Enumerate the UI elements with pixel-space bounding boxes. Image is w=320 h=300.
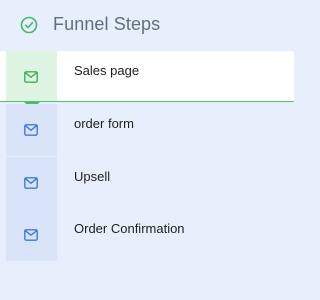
- mail-icon: [24, 177, 38, 189]
- panel-title: Funnel Steps: [53, 14, 161, 34]
- step-label: Upsell: [74, 169, 111, 184]
- step-label: Sales page: [74, 63, 140, 78]
- panel-header: Funnel Steps: [0, 0, 294, 50]
- funnel-step-upsell[interactable]: Upsell: [0, 157, 294, 209]
- mail-icon: [24, 229, 38, 241]
- check-circle-icon: [20, 16, 38, 34]
- step-label: Order Confirmation: [74, 221, 185, 236]
- mail-icon: [24, 124, 38, 136]
- mail-icon: [24, 71, 38, 83]
- funnel-step-order-form[interactable]: order form: [0, 104, 294, 156]
- funnel-steps-panel: Funnel Steps Sales page order form Upsel…: [0, 0, 294, 300]
- funnel-step-order-confirmation[interactable]: Order Confirmation: [0, 209, 294, 261]
- funnel-step-sales-page[interactable]: Sales page: [0, 51, 294, 102]
- step-label: order form: [74, 116, 134, 131]
